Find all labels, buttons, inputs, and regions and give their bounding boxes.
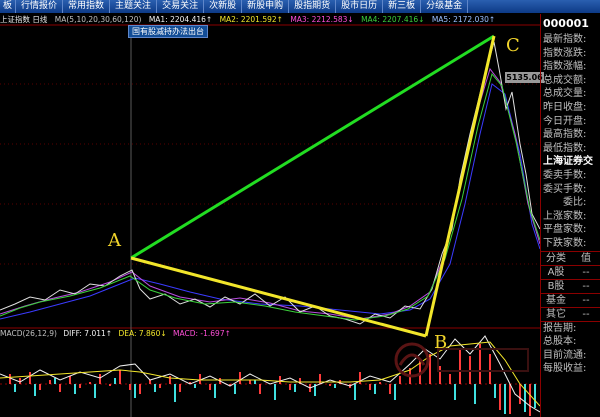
info-row: 昨日收盘: — [543, 101, 587, 113]
indicator-info-bar: 上证指数 日线 MA(5,10,20,30,60,120) MA1: 2204.… — [0, 14, 540, 25]
class-header-key: 分类 — [546, 252, 566, 264]
tab-new-third-board[interactable]: 新三板 — [383, 0, 422, 13]
info-row: 委买手数: — [543, 183, 587, 195]
info-row: 最新指数: — [543, 34, 587, 45]
tab-graded-funds[interactable]: 分级基金 — [421, 0, 469, 13]
class-value: -- — [582, 308, 590, 320]
info-row: 每股收益: — [543, 363, 587, 375]
info-row: 总股本: — [543, 336, 577, 348]
ma3-value: MA3: 2212.583↓ — [290, 15, 354, 24]
price-tag: 5135.06 — [505, 72, 544, 83]
tab-market-calendar[interactable]: 股市日历 — [336, 0, 384, 13]
info-row: 委比: — [563, 197, 587, 209]
tab-common-index[interactable]: 常用指数 — [63, 0, 111, 13]
ma2-value: MA2: 2201.592↑ — [219, 15, 283, 24]
class-row: A股 -- — [541, 264, 600, 279]
class-value: -- — [582, 266, 590, 278]
section-title: 上海证券交 — [543, 156, 593, 168]
info-row: 平盘家数: — [543, 224, 587, 236]
tab-quotes[interactable]: 行情报价 — [16, 0, 64, 13]
ma-line-long — [0, 83, 540, 320]
class-value: -- — [582, 294, 590, 306]
info-row: 今日开盘: — [543, 115, 587, 127]
info-row: 总成交额: — [543, 74, 587, 86]
class-row: 基金 -- — [541, 292, 600, 307]
class-key: A股 — [547, 266, 565, 278]
trend-line-a-c — [130, 34, 495, 260]
info-row: 委卖手数: — [543, 169, 587, 181]
macd-info-bar: MACD(26,12,9) DIFF: 7.011↑ DEA: 7.860↓ M… — [0, 329, 235, 339]
news-button[interactable]: 国有股减持办法出台 — [128, 25, 208, 38]
class-key: B股 — [547, 280, 565, 292]
class-table-header: 分类 值 — [541, 250, 600, 265]
tab-ipo-subscription[interactable]: 新股申购 — [242, 0, 290, 13]
info-row: 上涨家数: — [543, 210, 587, 222]
info-row: 报告期: — [543, 322, 577, 334]
tab-theme-focus[interactable]: 主题关注 — [110, 0, 158, 13]
macd-macd-value: MACD: -1.697↑ — [173, 329, 231, 338]
tab-sub-new-stocks[interactable]: 次新股 — [204, 0, 243, 13]
info-row: 指数涨幅: — [543, 61, 587, 73]
ma-params: MA(5,10,20,30,60,120) — [54, 15, 142, 24]
class-row: B股 -- — [541, 278, 600, 293]
annotation-a: A — [108, 230, 121, 251]
class-header-value: 值 — [581, 252, 591, 264]
class-key: 其它 — [546, 308, 566, 320]
stock-code: 000001 — [543, 17, 589, 30]
class-value: -- — [582, 280, 590, 292]
trend-line-b-c — [424, 35, 496, 337]
class-key: 基金 — [546, 294, 566, 306]
info-row: 目前流通: — [543, 349, 587, 361]
tab-trade-focus[interactable]: 交易关注 — [157, 0, 205, 13]
info-row: 指数涨跌: — [543, 47, 587, 59]
ma4-value: MA4: 2207.416↓ — [361, 15, 425, 24]
ma1-value: MA1: 2204.416↑ — [148, 15, 213, 24]
info-row: 总成交量: — [543, 88, 587, 100]
macd-diff-value: DIFF: 7.011↑ — [63, 329, 113, 338]
class-row: 其它 -- — [541, 306, 600, 321]
tab-bar: 板 行情报价 常用指数 主题关注 交易关注 次新股 新股申购 股指期货 股市日历… — [0, 0, 600, 13]
tab-index-futures[interactable]: 股指期货 — [289, 0, 337, 13]
macd-dea-value: DEA: 7.860↓ — [118, 329, 167, 338]
tab-board[interactable]: 板 — [0, 0, 17, 13]
info-row: 最低指数: — [543, 142, 587, 154]
right-info-panel: 000001 最新指数: 指数涨跌: 指数涨幅: 总成交额: 总成交量: 昨日收… — [540, 14, 600, 417]
trend-line-a-b — [130, 256, 427, 338]
info-row: 最高指数: — [543, 129, 587, 141]
annotation-c: C — [506, 35, 520, 56]
info-row: 下跌家数: — [543, 237, 587, 249]
macd-label: MACD(26,12,9) — [0, 329, 57, 338]
watermark-logo — [394, 342, 529, 378]
index-title: 上证指数 日线 — [0, 15, 48, 24]
ma5-value: MA5: 2172.030↑ — [431, 15, 496, 24]
